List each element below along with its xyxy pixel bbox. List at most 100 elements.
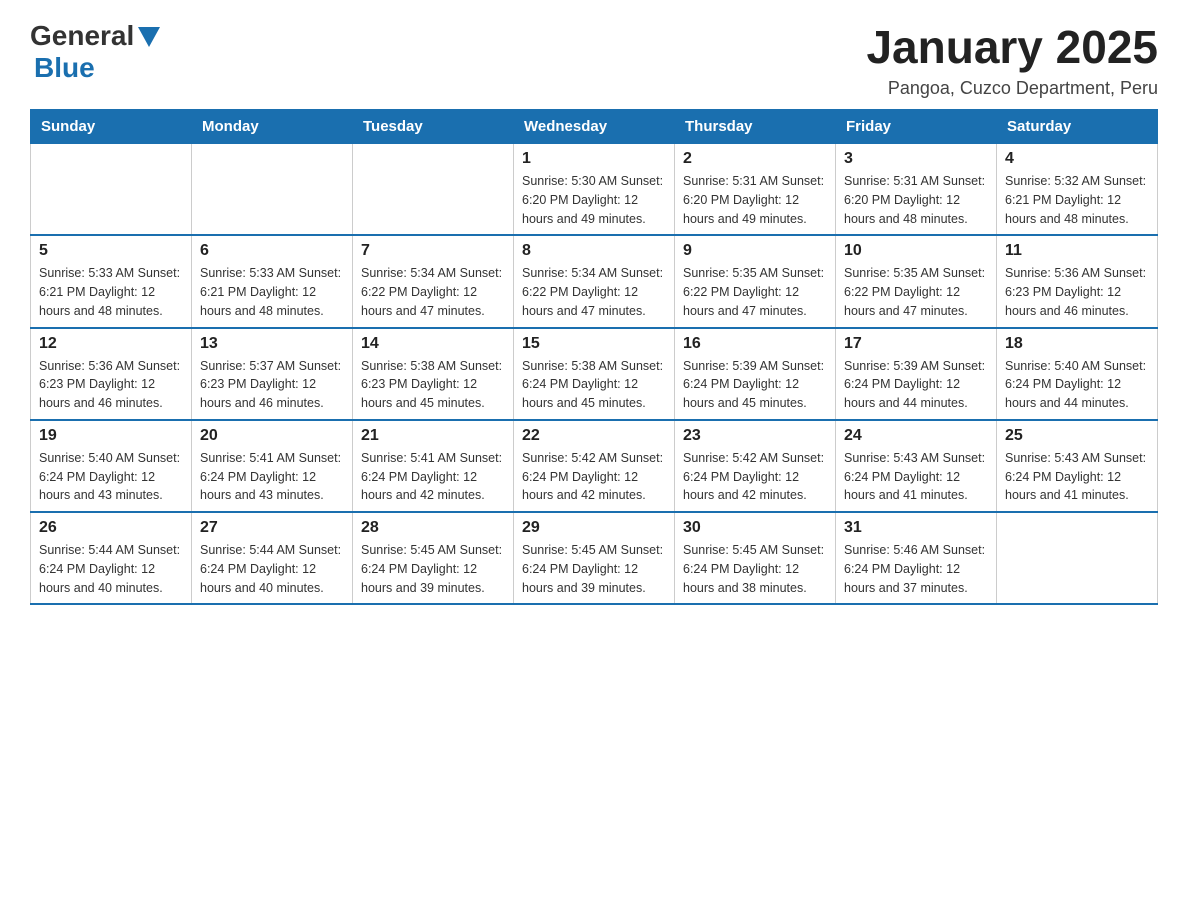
calendar-week-row: 1Sunrise: 5:30 AM Sunset: 6:20 PM Daylig… bbox=[31, 144, 1158, 236]
calendar-cell bbox=[192, 144, 353, 236]
calendar-table: SundayMondayTuesdayWednesdayThursdayFrid… bbox=[30, 109, 1158, 605]
day-number: 11 bbox=[1005, 242, 1149, 260]
calendar-cell: 18 Sunrise: 5:40 AM Sunset: 6:24 PM Dayli… bbox=[997, 328, 1158, 420]
day-info: Sunrise: 5:33 AM Sunset: 6:21 PM Dayligh… bbox=[200, 264, 344, 320]
calendar-cell: 20 Sunrise: 5:41 AM Sunset: 6:24 PM Dayli… bbox=[192, 420, 353, 512]
day-number: 12 bbox=[39, 335, 183, 353]
day-info: Sunrise: 5:36 AM Sunset: 6:23 PM Dayligh… bbox=[1005, 264, 1149, 320]
day-info: Sunrise: 5:39 AM Sunset: 6:24 PM Dayligh… bbox=[683, 357, 827, 413]
calendar-week-row: 26 Sunrise: 5:44 AM Sunset: 6:24 PM Dayli… bbox=[31, 512, 1158, 604]
calendar-week-row: 19 Sunrise: 5:40 AM Sunset: 6:24 PM Dayli… bbox=[31, 420, 1158, 512]
calendar-cell: 10 Sunrise: 5:35 AM Sunset: 6:22 PM Dayli… bbox=[836, 235, 997, 327]
calendar-cell: 3 Sunrise: 5:31 AM Sunset: 6:20 PM Daylig… bbox=[836, 144, 997, 236]
day-number: 15 bbox=[522, 335, 666, 353]
day-info: Sunrise: 5:36 AM Sunset: 6:23 PM Dayligh… bbox=[39, 357, 183, 413]
day-info: Sunrise: 5:31 AM Sunset: 6:20 PM Dayligh… bbox=[844, 172, 988, 228]
day-number: 4 bbox=[1005, 150, 1149, 168]
day-number: 26 bbox=[39, 519, 183, 537]
day-number: 6 bbox=[200, 242, 344, 260]
day-info: Sunrise: 5:42 AM Sunset: 6:24 PM Dayligh… bbox=[683, 449, 827, 505]
title-area: January 2025 Pangoa, Cuzco Department, P… bbox=[866, 20, 1158, 99]
day-info: Sunrise: 5:42 AM Sunset: 6:24 PM Dayligh… bbox=[522, 449, 666, 505]
day-number: 28 bbox=[361, 519, 505, 537]
calendar-cell: 23 Sunrise: 5:42 AM Sunset: 6:24 PM Dayli… bbox=[675, 420, 836, 512]
day-info: Sunrise: 5:45 AM Sunset: 6:24 PM Dayligh… bbox=[522, 541, 666, 597]
page-header: General Blue January 2025 Pangoa, Cuzco … bbox=[30, 20, 1158, 99]
calendar-cell: 13 Sunrise: 5:37 AM Sunset: 6:23 PM Dayli… bbox=[192, 328, 353, 420]
day-info: Sunrise: 5:33 AM Sunset: 6:21 PM Dayligh… bbox=[39, 264, 183, 320]
day-number: 2 bbox=[683, 150, 827, 168]
calendar-cell: 17Sunrise: 5:39 AM Sunset: 6:24 PM Dayli… bbox=[836, 328, 997, 420]
day-info: Sunrise: 5:44 AM Sunset: 6:24 PM Dayligh… bbox=[200, 541, 344, 597]
day-number: 24 bbox=[844, 427, 988, 445]
day-info: Sunrise: 5:39 AM Sunset: 6:24 PM Dayligh… bbox=[844, 357, 988, 413]
calendar-header-monday: Monday bbox=[192, 110, 353, 144]
day-info: Sunrise: 5:38 AM Sunset: 6:23 PM Dayligh… bbox=[361, 357, 505, 413]
day-number: 13 bbox=[200, 335, 344, 353]
logo-blue-text: Blue bbox=[34, 52, 95, 83]
calendar-cell: 31 Sunrise: 5:46 AM Sunset: 6:24 PM Dayli… bbox=[836, 512, 997, 604]
calendar-cell: 30 Sunrise: 5:45 AM Sunset: 6:24 PM Dayli… bbox=[675, 512, 836, 604]
day-number: 5 bbox=[39, 242, 183, 260]
day-number: 1 bbox=[522, 150, 666, 168]
calendar-header-tuesday: Tuesday bbox=[353, 110, 514, 144]
day-number: 23 bbox=[683, 427, 827, 445]
calendar-cell bbox=[997, 512, 1158, 604]
day-info: Sunrise: 5:41 AM Sunset: 6:24 PM Dayligh… bbox=[361, 449, 505, 505]
day-number: 3 bbox=[844, 150, 988, 168]
calendar-week-row: 5 Sunrise: 5:33 AM Sunset: 6:21 PM Daylig… bbox=[31, 235, 1158, 327]
day-info: Sunrise: 5:31 AM Sunset: 6:20 PM Dayligh… bbox=[683, 172, 827, 228]
calendar-week-row: 12 Sunrise: 5:36 AM Sunset: 6:23 PM Dayli… bbox=[31, 328, 1158, 420]
calendar-cell: 27Sunrise: 5:44 AM Sunset: 6:24 PM Dayli… bbox=[192, 512, 353, 604]
calendar-header-thursday: Thursday bbox=[675, 110, 836, 144]
day-info: Sunrise: 5:45 AM Sunset: 6:24 PM Dayligh… bbox=[683, 541, 827, 597]
calendar-cell: 28Sunrise: 5:45 AM Sunset: 6:24 PM Dayli… bbox=[353, 512, 514, 604]
day-number: 29 bbox=[522, 519, 666, 537]
calendar-cell: 9Sunrise: 5:35 AM Sunset: 6:22 PM Daylig… bbox=[675, 235, 836, 327]
calendar-cell: 25 Sunrise: 5:43 AM Sunset: 6:24 PM Dayli… bbox=[997, 420, 1158, 512]
calendar-cell bbox=[31, 144, 192, 236]
calendar-cell: 12 Sunrise: 5:36 AM Sunset: 6:23 PM Dayli… bbox=[31, 328, 192, 420]
page-title: January 2025 bbox=[866, 20, 1158, 74]
day-info: Sunrise: 5:43 AM Sunset: 6:24 PM Dayligh… bbox=[844, 449, 988, 505]
calendar-cell bbox=[353, 144, 514, 236]
day-info: Sunrise: 5:40 AM Sunset: 6:24 PM Dayligh… bbox=[1005, 357, 1149, 413]
calendar-cell: 16 Sunrise: 5:39 AM Sunset: 6:24 PM Dayli… bbox=[675, 328, 836, 420]
day-info: Sunrise: 5:41 AM Sunset: 6:24 PM Dayligh… bbox=[200, 449, 344, 505]
day-number: 16 bbox=[683, 335, 827, 353]
day-number: 18 bbox=[1005, 335, 1149, 353]
day-number: 19 bbox=[39, 427, 183, 445]
page-subtitle: Pangoa, Cuzco Department, Peru bbox=[866, 78, 1158, 99]
day-number: 20 bbox=[200, 427, 344, 445]
calendar-cell: 5 Sunrise: 5:33 AM Sunset: 6:21 PM Daylig… bbox=[31, 235, 192, 327]
calendar-cell: 22 Sunrise: 5:42 AM Sunset: 6:24 PM Dayli… bbox=[514, 420, 675, 512]
day-info: Sunrise: 5:40 AM Sunset: 6:24 PM Dayligh… bbox=[39, 449, 183, 505]
calendar-cell: 8 Sunrise: 5:34 AM Sunset: 6:22 PM Daylig… bbox=[514, 235, 675, 327]
day-number: 22 bbox=[522, 427, 666, 445]
day-number: 21 bbox=[361, 427, 505, 445]
day-info: Sunrise: 5:43 AM Sunset: 6:24 PM Dayligh… bbox=[1005, 449, 1149, 505]
day-info: Sunrise: 5:35 AM Sunset: 6:22 PM Dayligh… bbox=[844, 264, 988, 320]
day-info: Sunrise: 5:32 AM Sunset: 6:21 PM Dayligh… bbox=[1005, 172, 1149, 228]
day-number: 31 bbox=[844, 519, 988, 537]
day-info: Sunrise: 5:44 AM Sunset: 6:24 PM Dayligh… bbox=[39, 541, 183, 597]
day-number: 8 bbox=[522, 242, 666, 260]
day-info: Sunrise: 5:34 AM Sunset: 6:22 PM Dayligh… bbox=[361, 264, 505, 320]
day-number: 7 bbox=[361, 242, 505, 260]
calendar-cell: 11 Sunrise: 5:36 AM Sunset: 6:23 PM Dayli… bbox=[997, 235, 1158, 327]
day-number: 14 bbox=[361, 335, 505, 353]
calendar-cell: 1Sunrise: 5:30 AM Sunset: 6:20 PM Daylig… bbox=[514, 144, 675, 236]
day-number: 10 bbox=[844, 242, 988, 260]
day-number: 25 bbox=[1005, 427, 1149, 445]
calendar-header-wednesday: Wednesday bbox=[514, 110, 675, 144]
logo: General Blue bbox=[30, 20, 160, 84]
day-info: Sunrise: 5:46 AM Sunset: 6:24 PM Dayligh… bbox=[844, 541, 988, 597]
day-info: Sunrise: 5:34 AM Sunset: 6:22 PM Dayligh… bbox=[522, 264, 666, 320]
logo-triangle-icon bbox=[138, 27, 160, 52]
calendar-cell: 26 Sunrise: 5:44 AM Sunset: 6:24 PM Dayli… bbox=[31, 512, 192, 604]
day-number: 30 bbox=[683, 519, 827, 537]
calendar-cell: 19 Sunrise: 5:40 AM Sunset: 6:24 PM Dayli… bbox=[31, 420, 192, 512]
calendar-header-row: SundayMondayTuesdayWednesdayThursdayFrid… bbox=[31, 110, 1158, 144]
calendar-cell: 29 Sunrise: 5:45 AM Sunset: 6:24 PM Dayli… bbox=[514, 512, 675, 604]
day-info: Sunrise: 5:37 AM Sunset: 6:23 PM Dayligh… bbox=[200, 357, 344, 413]
